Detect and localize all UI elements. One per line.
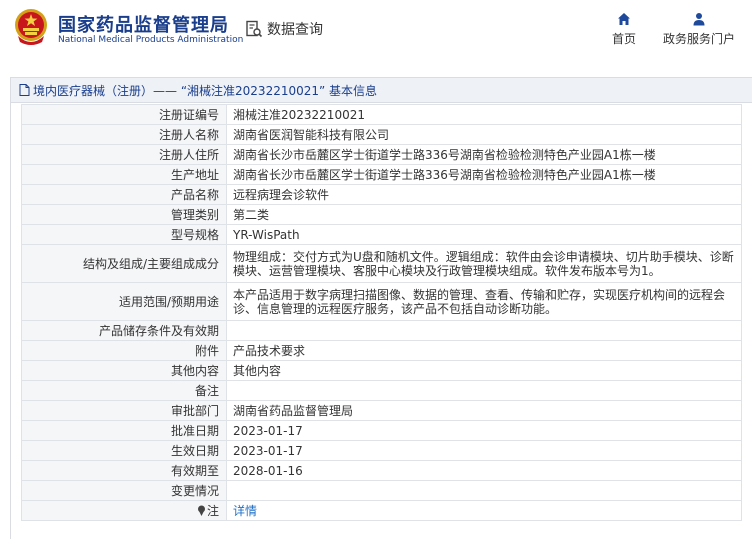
- table-row: 其他内容 其他内容: [21, 360, 742, 381]
- field-value: 本产品适用于数字病理扫描图像、数据的管理、查看、传输和贮存，实现医疗机构间的远程…: [226, 282, 742, 321]
- note-label: 注: [206, 503, 219, 518]
- field-label: 注册证编号: [21, 104, 227, 125]
- field-value: 2023-01-17: [226, 420, 742, 441]
- table-row: 生产地址 湖南省长沙市岳麓区学士街道学士路336号湖南省检验检测特色产业园A1栋一…: [21, 164, 742, 185]
- registration-info-table: 注册证编号 湘械注准20232210021 注册人名称 湖南省医润智能科技有限公司 注册…: [21, 104, 742, 521]
- org-name-en: National Medical Products Administration: [58, 35, 244, 45]
- field-value: 2028-01-16: [226, 460, 742, 481]
- table-row: 注册人名称 湖南省医润智能科技有限公司: [21, 124, 742, 145]
- breadcrumb-text: 境内医疗器械（注册）—— “湘械注准20232210021” 基本信息: [33, 83, 378, 98]
- table-row: 结构及组成/主要组成成分 物理组成：交付方式为U盘和随机文件。逻辑组成：软件由会诊…: [21, 244, 742, 283]
- home-icon: [618, 13, 630, 25]
- table-row: 变更情况: [21, 480, 742, 501]
- breadcrumb: 境内医疗器械（注册）—— “湘械注准20232210021” 基本信息: [11, 78, 752, 103]
- field-value: 湘械注准20232210021: [226, 104, 742, 125]
- table-row: 产品储存条件及有效期: [21, 320, 742, 341]
- field-label: 产品名称: [21, 184, 227, 205]
- field-label: 型号规格: [21, 224, 227, 245]
- table-row: 适用范围/预期用途 本产品适用于数字病理扫描图像、数据的管理、查看、传输和贮存，实…: [21, 282, 742, 321]
- field-label: 附件: [21, 340, 227, 361]
- field-label: 生效日期: [21, 440, 227, 461]
- national-emblem-icon: [15, 9, 47, 45]
- field-label: 生产地址: [21, 164, 227, 185]
- field-label: 管理类别: [21, 204, 227, 225]
- user-icon: [693, 13, 705, 26]
- field-value: 产品技术要求: [226, 340, 742, 361]
- field-label: 备注: [21, 380, 227, 401]
- field-value: [226, 380, 742, 401]
- field-value: [226, 480, 742, 501]
- nav-home[interactable]: 首页: [607, 12, 641, 47]
- field-value: 湖南省医润智能科技有限公司: [226, 124, 742, 145]
- document-icon: [19, 84, 30, 96]
- table-row: 审批部门 湖南省药品监督管理局: [21, 400, 742, 421]
- table-row: 附件 产品技术要求: [21, 340, 742, 361]
- details-link[interactable]: 详情: [233, 504, 257, 518]
- table-row: 批准日期 2023-01-17: [21, 420, 742, 441]
- field-value: 湖南省药品监督管理局: [226, 400, 742, 421]
- field-label: 产品储存条件及有效期: [21, 320, 227, 341]
- field-label: 结构及组成/主要组成成分: [21, 244, 227, 283]
- document-search-icon: [246, 20, 263, 38]
- table-row: 生效日期 2023-01-17: [21, 440, 742, 461]
- site-header: 国家药品监督管理局 National Medical Products Admi…: [0, 0, 752, 62]
- data-query-link[interactable]: 数据查询: [245, 18, 323, 40]
- field-value: 其他内容: [226, 360, 742, 381]
- nav-home-label: 首页: [611, 32, 636, 46]
- table-row: 型号规格 YR-WisPath: [21, 224, 742, 245]
- field-value: 远程病理会诊软件: [226, 184, 742, 205]
- detail-panel: 境内医疗器械（注册）—— “湘械注准20232210021” 基本信息 注册证编…: [10, 77, 752, 539]
- field-value: 第二类: [226, 204, 742, 225]
- field-label: 注册人住所: [21, 144, 227, 165]
- nav-service-label: 政务服务门户: [662, 32, 735, 46]
- field-value: 物理组成：交付方式为U盘和随机文件。逻辑组成：软件由会诊申请模块、切片助手模块、…: [226, 244, 742, 283]
- table-row: 管理类别 第二类: [21, 204, 742, 225]
- field-value: 湖南省长沙市岳麓区学士街道学士路336号湖南省检验检测特色产业园A1栋一楼: [226, 144, 742, 165]
- field-value: [226, 320, 742, 341]
- table-row: 注册人住所 湖南省长沙市岳麓区学士街道学士路336号湖南省检验检测特色产业园A1栋…: [21, 144, 742, 165]
- org-name-cn: 国家药品监督管理局: [58, 15, 229, 36]
- field-label: 适用范围/预期用途: [21, 282, 227, 321]
- note-label-cell: 注: [21, 500, 227, 521]
- field-label: 审批部门: [21, 400, 227, 421]
- table-row: 注册证编号 湘械注准20232210021: [21, 104, 742, 125]
- field-value: 湖南省长沙市岳麓区学士街道学士路336号湖南省检验检测特色产业园A1栋一楼: [226, 164, 742, 185]
- nav-service-portal[interactable]: 政务服务门户: [661, 12, 737, 47]
- field-label: 有效期至: [21, 460, 227, 481]
- table-row: 注详情: [21, 500, 742, 521]
- field-value: YR-WisPath: [226, 224, 742, 245]
- field-label: 变更情况: [21, 480, 227, 501]
- note-value-cell: 详情: [226, 500, 742, 521]
- pin-icon: [197, 505, 205, 516]
- field-label: 批准日期: [21, 420, 227, 441]
- field-label: 注册人名称: [21, 124, 227, 145]
- table-row: 有效期至 2028-01-16: [21, 460, 742, 481]
- field-label: 其他内容: [21, 360, 227, 381]
- table-row: 备注: [21, 380, 742, 401]
- table-row: 产品名称 远程病理会诊软件: [21, 184, 742, 205]
- field-value: 2023-01-17: [226, 440, 742, 461]
- data-query-label: 数据查询: [267, 22, 323, 38]
